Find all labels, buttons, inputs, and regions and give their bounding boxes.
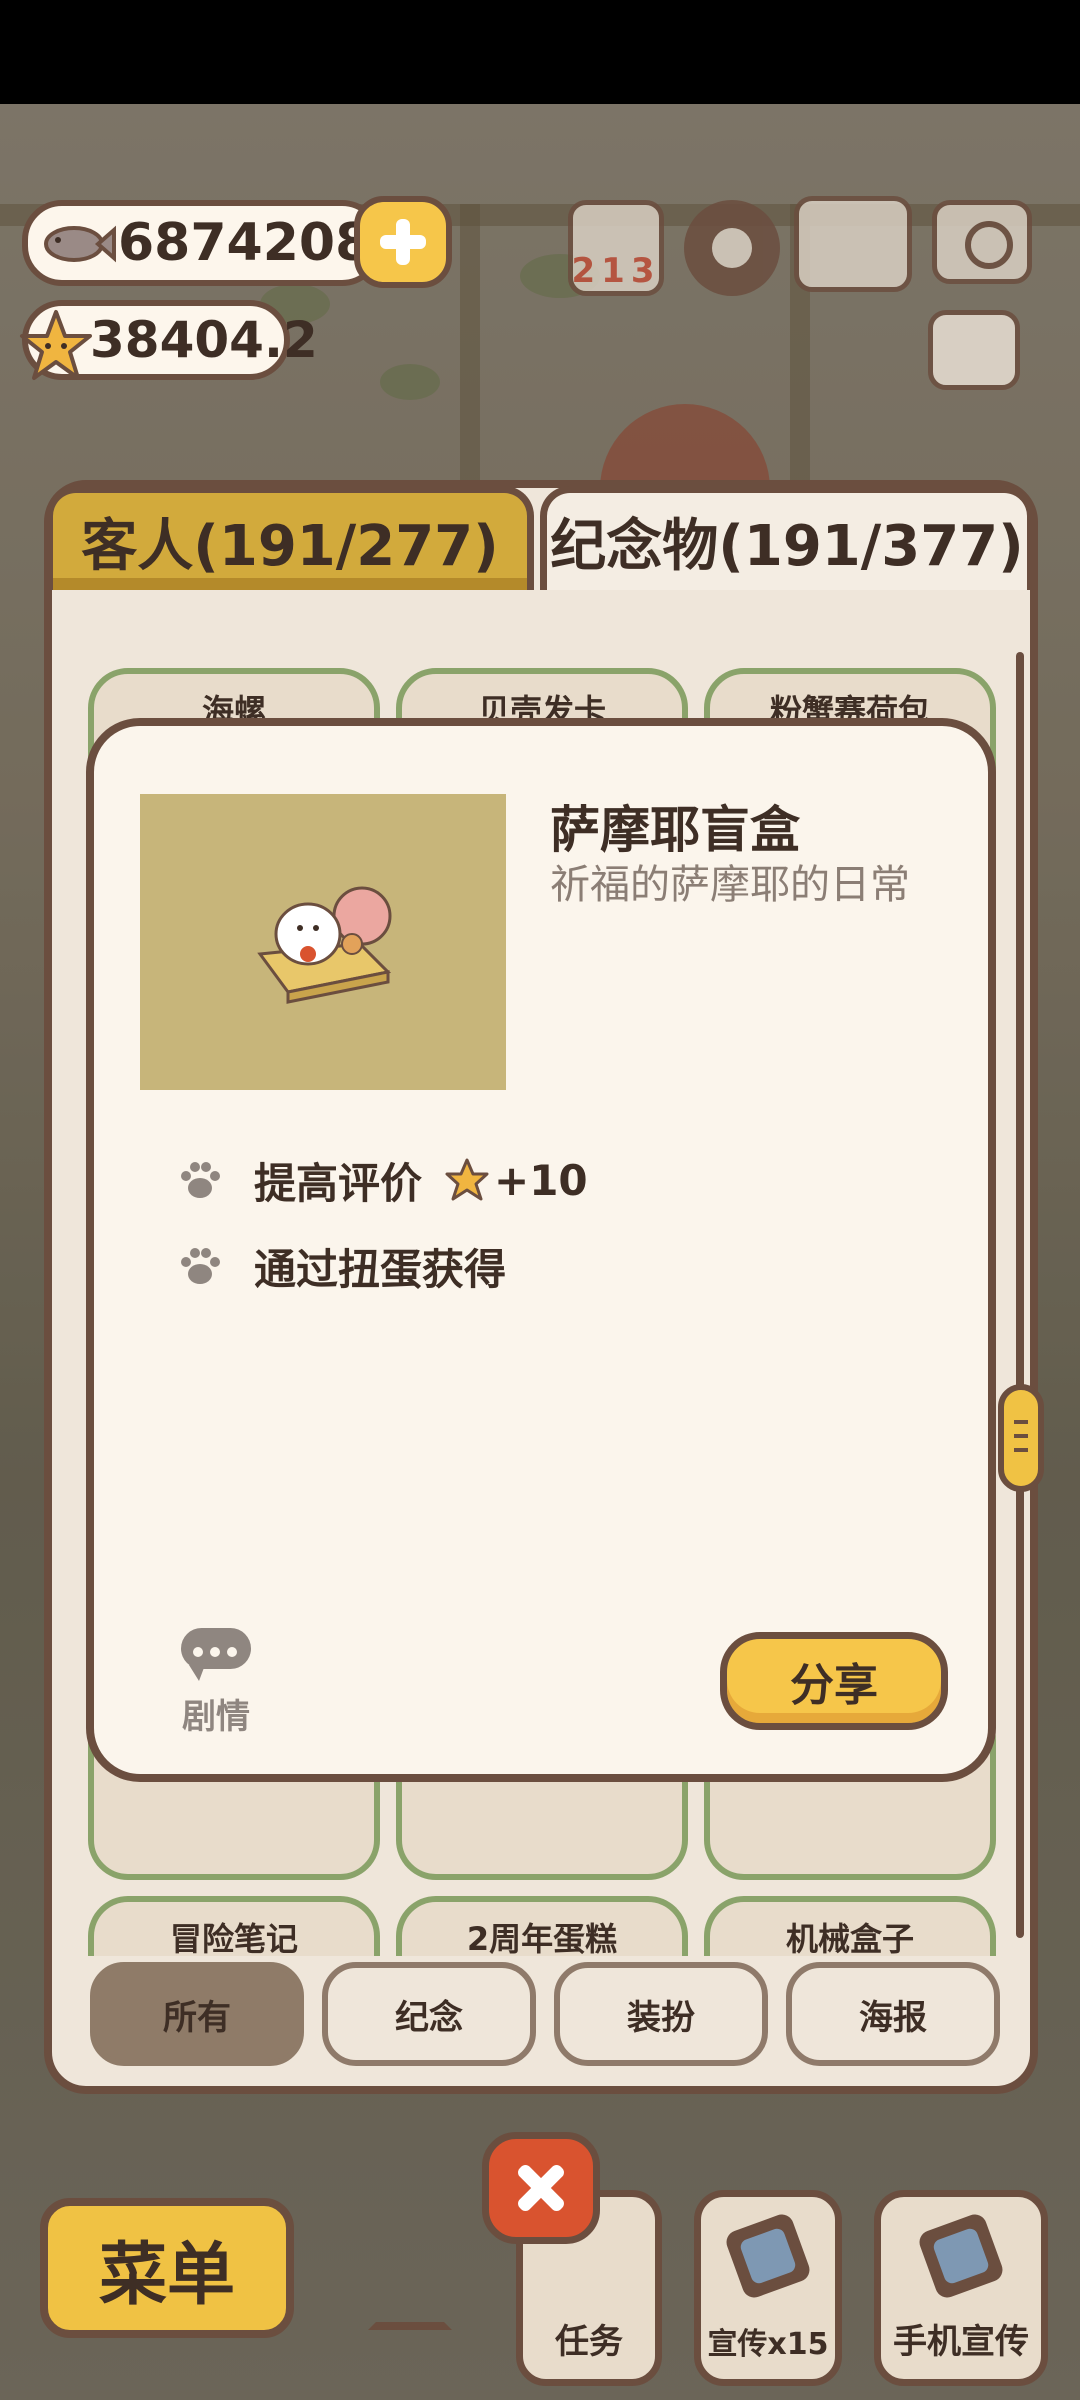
item-subtitle: 祈福的萨摩耶的日常 (550, 862, 910, 908)
filter-bar: 所有 纪念 装扮 海报 (90, 1962, 1004, 2066)
samoyed-blind-box-image (140, 794, 506, 1090)
tab-souvenirs[interactable]: 纪念物(191/377) (540, 486, 1034, 590)
scrollbar-handle[interactable] (998, 1384, 1044, 1492)
paw-icon (181, 1162, 220, 1198)
souvenir-card-label: 冒险笔记 (169, 1920, 298, 1958)
filter-souvenir[interactable]: 纪念 (322, 1962, 536, 2066)
flyer-icon (723, 2211, 813, 2301)
chevron-down-icon[interactable] (368, 2280, 452, 2330)
filter-all[interactable]: 所有 (90, 1962, 304, 2066)
settings-gear-icon[interactable] (684, 200, 780, 296)
filter-souvenir-label: 纪念 (395, 1997, 463, 2038)
detail-row-source: 通过扭蛋获得 (176, 1236, 506, 1296)
tab-guests-label: 客人(191/277) (81, 514, 499, 579)
fish-currency-value: 6874208 (118, 213, 372, 273)
share-button-label: 分享 (790, 1660, 878, 1711)
fish-icon (44, 225, 116, 263)
camera-icon[interactable] (932, 200, 1032, 284)
tab-souvenirs-label: 纪念物(191/377) (550, 514, 1024, 579)
news-card-icon[interactable] (928, 310, 1020, 390)
story-button-label: 剧情 (182, 1697, 250, 1737)
status-bar (0, 0, 1080, 104)
filter-dressup-label: 装扮 (627, 1997, 695, 2038)
phone-icon (916, 2211, 1006, 2301)
album-book-icon[interactable] (794, 196, 912, 292)
fish-currency-counter: 6874208 (22, 200, 382, 286)
detail-rating-bonus: +10 (494, 1155, 588, 1205)
grid-scrollbar[interactable] (1016, 652, 1024, 1938)
star-icon (20, 310, 92, 380)
filter-all-label: 所有 (163, 1997, 231, 2038)
phone-promo-button-label: 手机宣传 (893, 2322, 1029, 2362)
filter-dressup[interactable]: 装扮 (554, 1962, 768, 2066)
add-currency-button[interactable] (354, 196, 452, 288)
close-modal-button[interactable] (482, 2132, 600, 2244)
filter-poster-label: 海报 (859, 1997, 927, 2038)
detail-row-rating: 提高评价 +10 (176, 1150, 588, 1210)
paw-icon (181, 1248, 220, 1284)
story-button[interactable]: 剧情 (170, 1628, 262, 1738)
detail-source-text: 通过扭蛋获得 (254, 1244, 507, 1294)
ranking-icon[interactable]: 213 (568, 200, 664, 296)
star-icon (445, 1158, 489, 1201)
menu-button-label: 菜单 (98, 2235, 235, 2315)
star-rating-counter: 38404.2 (20, 300, 318, 380)
detail-rating-text: 提高评价 (254, 1158, 423, 1208)
menu-button[interactable]: 菜单 (40, 2198, 294, 2338)
task-button-label: 任务 (555, 2322, 623, 2362)
speech-bubble-icon (181, 1628, 251, 1681)
share-button[interactable]: 分享 (720, 1632, 948, 1730)
phone-promo-button[interactable]: 手机宣传 (874, 2190, 1048, 2386)
promo-button-label: 宣传x15 (707, 2327, 829, 2362)
souvenir-card-label: 2周年蛋糕 (466, 1920, 618, 1958)
star-rating-value: 38404.2 (90, 311, 318, 369)
filter-poster[interactable]: 海报 (786, 1962, 1000, 2066)
promo-button[interactable]: 宣传x15 (694, 2190, 842, 2386)
tab-guests[interactable]: 客人(191/277) (46, 486, 534, 590)
souvenir-card-label: 机械盒子 (785, 1920, 914, 1958)
